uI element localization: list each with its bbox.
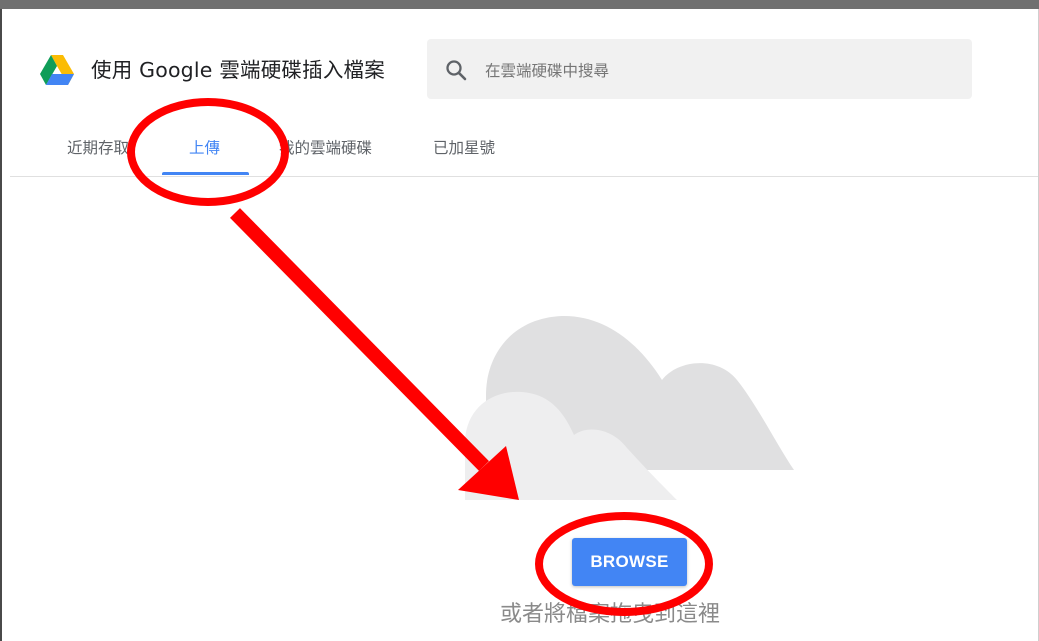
active-tab-indicator: [162, 172, 249, 175]
search-icon[interactable]: [444, 58, 468, 82]
tab-starred[interactable]: 已加星號: [433, 136, 495, 158]
picker-title: 使用 Google 雲端硬碟插入檔案: [91, 58, 385, 82]
google-drive-icon: [40, 55, 74, 85]
tab-divider: [10, 176, 1038, 177]
browse-button[interactable]: BROWSE: [572, 538, 687, 586]
tab-my-drive[interactable]: 我的雲端硬碟: [279, 136, 372, 158]
tab-bar: 近期存取 上傳 我的雲端硬碟 已加星號: [0, 120, 1039, 176]
pointer-arrow-shaft: [230, 208, 489, 471]
search-input[interactable]: 在雲端硬碟中搜尋: [427, 39, 972, 99]
clouds-icon: [465, 315, 794, 500]
window-top-bar: [0, 0, 1039, 9]
tab-recent[interactable]: 近期存取: [67, 136, 129, 158]
tab-upload[interactable]: 上傳: [189, 136, 220, 158]
drop-hint: 或者將檔案拖曳到這裡: [500, 602, 721, 627]
search-placeholder[interactable]: 在雲端硬碟中搜尋: [485, 59, 609, 81]
drive-picker-window: 使用 Google 雲端硬碟插入檔案 在雲端硬碟中搜尋 近期存取 上傳 我的雲端…: [0, 0, 1039, 641]
